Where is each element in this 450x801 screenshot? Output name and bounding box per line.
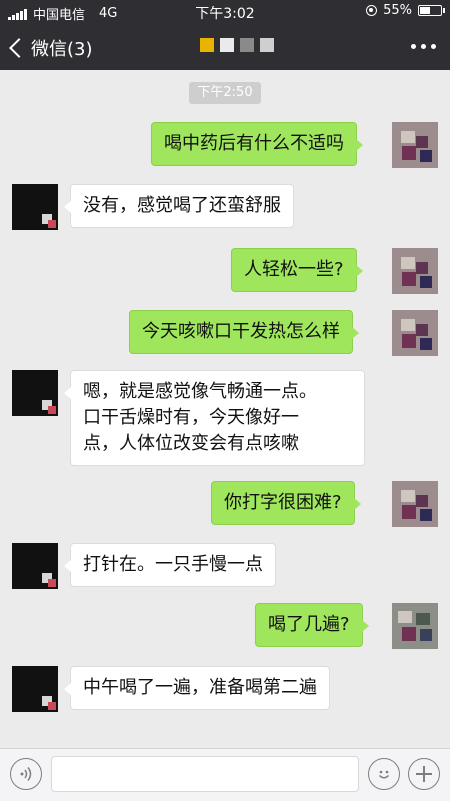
message-text: 中午喝了一遍，准备喝第二遍 (83, 677, 317, 698)
message-bubble-received[interactable]: 打针在。一只手慢一点 (64, 543, 276, 587)
message-bubble-sent[interactable]: 你打字很困难? (211, 481, 361, 525)
plus-icon[interactable] (408, 758, 440, 790)
status-bar: 中国电信 4G 下午3:02 55% (0, 0, 450, 24)
message-text: 喝中药后有什么不适吗 (164, 133, 344, 154)
chat-timestamp: 下午2:50 (189, 82, 261, 104)
message-text: 打针在。一只手慢一点 (83, 554, 263, 575)
message-bubble-sent[interactable]: 喝中药后有什么不适吗 (151, 122, 363, 166)
message-bubble-received[interactable]: 没有，感觉喝了还蛮舒服 (64, 184, 294, 228)
emoji-icon[interactable] (368, 758, 400, 790)
message-bubble-sent[interactable]: 喝了几遍? (255, 603, 369, 647)
voice-icon[interactable] (10, 758, 42, 790)
message-bubble-received[interactable]: 嗯，就是感觉像气畅通一点。 口干舌燥时有，今天像好一 点，人体位改变会有点咳嗽 (64, 370, 365, 466)
message-text-line: 嗯，就是感觉像气畅通一点。 (83, 381, 317, 402)
battery-percent: 55% (383, 3, 412, 18)
chat-navbar: 微信(3) (0, 26, 450, 70)
message-text: 人轻松一些? (244, 259, 344, 280)
contact-avatar[interactable] (12, 370, 58, 416)
more-dots-icon[interactable] (411, 44, 436, 49)
contact-avatar[interactable] (12, 543, 58, 589)
message-bubble-received[interactable]: 中午喝了一遍，准备喝第二遍 (64, 666, 330, 710)
message-text: 今天咳嗽口干发热怎么样 (142, 321, 340, 342)
message-text: 喝了几遍? (268, 614, 350, 635)
my-avatar[interactable] (392, 122, 438, 168)
back-label: 微信(3) (31, 39, 93, 60)
back-button[interactable]: 微信(3) (8, 35, 93, 61)
message-input[interactable] (51, 756, 359, 792)
my-avatar[interactable] (392, 248, 438, 294)
message-text: 你打字很困难? (224, 492, 342, 513)
contact-avatar[interactable] (12, 666, 58, 712)
message-bubble-sent[interactable]: 今天咳嗽口干发热怎么样 (129, 310, 359, 354)
message-bubble-sent[interactable]: 人轻松一些? (231, 248, 363, 292)
my-avatar[interactable] (392, 310, 438, 356)
input-bar (0, 748, 450, 801)
my-avatar[interactable] (392, 481, 438, 527)
battery-icon (418, 5, 445, 16)
rotation-lock-icon (366, 5, 378, 16)
top-bar: 中国电信 4G 下午3:02 55% 微信(3) (0, 0, 450, 70)
message-text-line: 口干舌燥时有，今天像好一 (83, 407, 299, 428)
chevron-left-icon (9, 38, 29, 58)
chat-title-blurred (200, 38, 274, 52)
message-text: 没有，感觉喝了还蛮舒服 (83, 195, 281, 216)
my-avatar[interactable] (392, 603, 438, 649)
message-text-line: 点，人体位改变会有点咳嗽 (83, 433, 299, 454)
contact-avatar[interactable] (12, 184, 58, 230)
